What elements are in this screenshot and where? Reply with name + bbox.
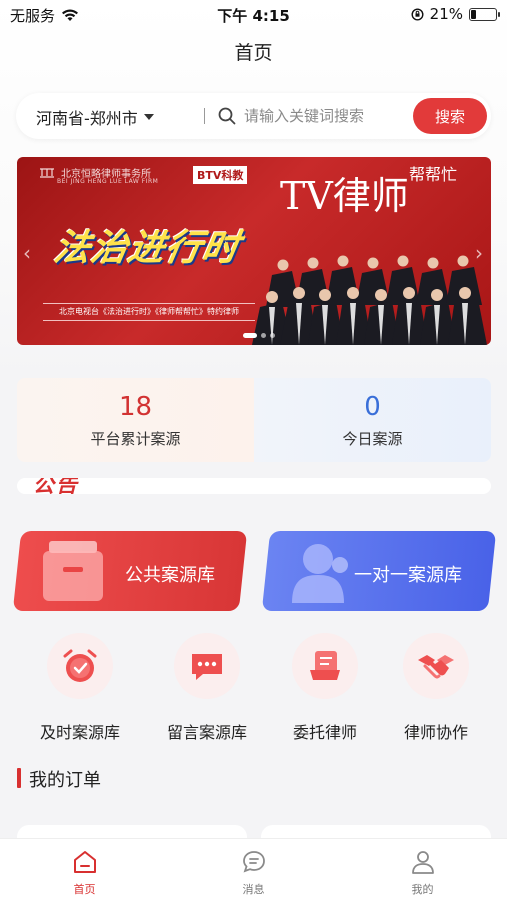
stat-label: 今日案源 — [342, 430, 403, 448]
function-label: 及时案源库 — [39, 723, 120, 742]
banner-pagination — [243, 333, 275, 338]
banner-caption: 北京电视台《法治进行时》《律师帮帮忙》特约律师 — [43, 303, 255, 321]
tab-label: 消息 — [242, 883, 265, 896]
pagination-dot — [270, 333, 275, 338]
promo-banner[interactable]: 北京恒略律师事务所 BEI JING HENG LUE LAW FIRM BTV… — [17, 157, 491, 345]
orientation-lock-icon — [411, 7, 424, 21]
function-icon-bg — [47, 633, 113, 699]
archive-box-icon — [43, 541, 103, 601]
notice-title: 公告 — [33, 478, 79, 494]
function-icon-bg — [174, 633, 240, 699]
stat-today-cases[interactable]: 0 今日案源 — [254, 378, 491, 462]
function-label: 律师协作 — [403, 723, 468, 742]
tab-label: 我的 — [411, 883, 434, 896]
function-label: 留言案源库 — [166, 723, 247, 742]
tv-logo-side: 帮帮忙 — [409, 165, 458, 184]
divider — [204, 108, 205, 124]
caret-down-icon — [143, 114, 154, 120]
search-input[interactable] — [244, 102, 422, 130]
function-label: 委托律师 — [292, 723, 357, 742]
alarm-clock-icon — [63, 649, 97, 682]
tab-bar: 首页 消息 我的 — [0, 838, 507, 900]
search-icon — [218, 107, 236, 125]
stat-label: 平台累计案源 — [90, 430, 181, 448]
search-bar: 河南省-郑州市 搜索 — [16, 93, 491, 139]
stat-total-cases[interactable]: 18 平台累计案源 — [17, 378, 254, 462]
section-accent-bar — [17, 768, 21, 788]
banner-next-icon[interactable]: › — [475, 241, 483, 265]
tab-profile[interactable]: 我的 — [338, 839, 507, 900]
region-label: 河南省-郑州市 — [36, 109, 138, 128]
document-icon — [310, 651, 340, 680]
status-bar: 无服务 下午 4:15 21% — [0, 0, 507, 30]
message-icon — [192, 654, 222, 680]
show-title: 法治进行时 — [50, 228, 244, 269]
stat-value: 18 — [118, 392, 153, 422]
function-timely-cases[interactable]: 及时案源库 — [25, 633, 135, 743]
lawyers-group-photo — [252, 255, 487, 345]
battery-level — [471, 9, 477, 19]
stat-value: 0 — [364, 392, 381, 422]
chat-icon — [242, 851, 265, 873]
pagination-dot — [243, 333, 257, 338]
battery-icon — [469, 7, 500, 21]
function-message-cases[interactable]: 留言案源库 — [152, 633, 262, 743]
one-to-one-case-library-card[interactable]: 一对一案源库 — [261, 531, 497, 611]
handshake-icon — [418, 655, 454, 679]
stats-panel: 18 平台累计案源 0 今日案源 — [17, 378, 491, 462]
pagination-dot — [261, 333, 266, 338]
card-label: 一对一案源库 — [354, 565, 462, 586]
tab-label: 首页 — [73, 883, 96, 896]
my-orders-title: 我的订单 — [29, 770, 101, 791]
function-entrust-lawyer[interactable]: 委托律师 — [270, 633, 380, 743]
notice-bar[interactable]: 公告 — [17, 478, 491, 494]
battery-percent: 21% — [429, 5, 463, 23]
channel-logo: BTV科教 — [193, 166, 248, 184]
function-icon-bg — [403, 633, 469, 699]
search-button[interactable]: 搜索 — [413, 98, 487, 134]
firm-name-en: BEI JING HENG LUE LAW FIRM — [57, 178, 159, 185]
home-icon — [73, 851, 96, 873]
region-selector[interactable]: 河南省-郑州市 — [36, 105, 154, 129]
function-lawyer-collaboration[interactable]: 律师协作 — [381, 633, 491, 743]
tab-home[interactable]: 首页 — [0, 839, 169, 900]
tab-messages[interactable]: 消息 — [169, 839, 338, 900]
tv-logo: TV律师 — [280, 165, 409, 220]
card-label: 公共案源库 — [125, 565, 215, 586]
page-title: 首页 — [234, 42, 273, 64]
user-group-icon — [292, 544, 348, 603]
firm-logo-icon — [40, 168, 54, 178]
banner-prev-icon[interactable]: ‹ — [23, 241, 31, 265]
tv-logo-text: TV律师 — [280, 174, 409, 218]
user-icon — [411, 851, 434, 874]
function-icon-bg — [292, 633, 358, 699]
public-case-library-card[interactable]: 公共案源库 — [12, 531, 248, 611]
